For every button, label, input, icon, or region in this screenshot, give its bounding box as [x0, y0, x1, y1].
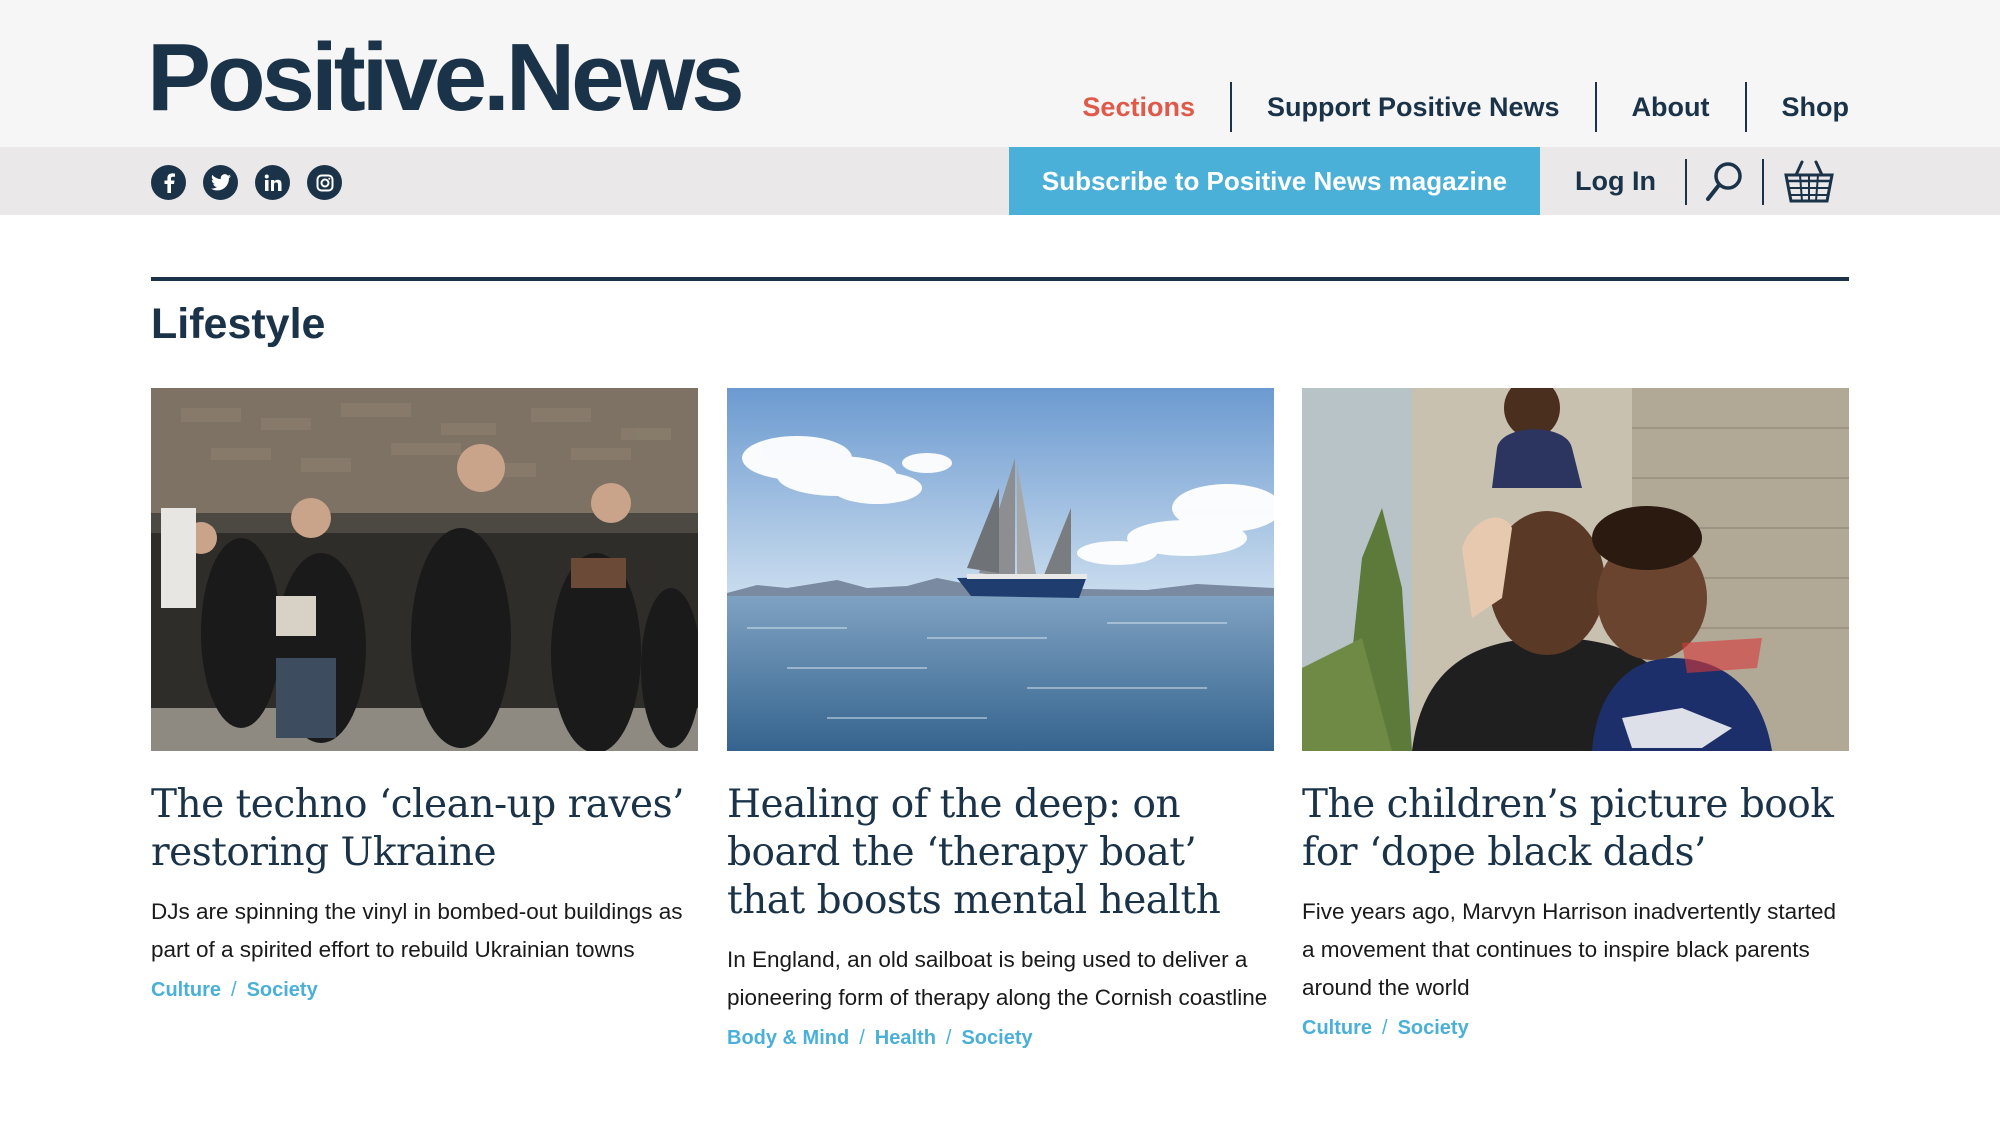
tag-link[interactable]: Society [1398, 1017, 1469, 1040]
subscribe-button[interactable]: Subscribe to Positive News magazine [1009, 147, 1540, 215]
section-divider [151, 277, 1849, 281]
article-summary: Five years ago, Marvyn Harrison inadvert… [1302, 899, 1836, 1000]
search-icon[interactable] [1700, 159, 1750, 205]
utility-divider [1762, 159, 1764, 205]
social-links [151, 165, 342, 200]
article-card: The techno ‘clean-up raves’ restoring Uk… [151, 388, 698, 1002]
article-title[interactable]: Healing of the deep: on board the ‘thera… [727, 781, 1274, 925]
article-image-family[interactable] [1302, 388, 1849, 751]
instagram-icon[interactable] [307, 165, 342, 200]
article-card: Healing of the deep: on board the ‘thera… [727, 388, 1274, 1050]
article-tags: Culture / Society [151, 979, 698, 1002]
nav-sections[interactable]: Sections [1047, 82, 1230, 132]
tag-link[interactable]: Body & Mind [727, 1027, 849, 1050]
tag-separator: / [859, 1027, 865, 1049]
article-card: The children’s picture book for ‘dope bl… [1302, 388, 1849, 1040]
facebook-icon[interactable] [151, 165, 186, 200]
nav-support[interactable]: Support Positive News [1232, 82, 1595, 132]
twitter-icon[interactable] [203, 165, 238, 200]
login-link[interactable]: Log In [1575, 147, 1656, 215]
tag-link[interactable]: Society [961, 1027, 1032, 1050]
basket-icon[interactable] [1782, 159, 1834, 205]
tag-link[interactable]: Culture [151, 979, 221, 1002]
article-summary: In England, an old sailboat is being use… [727, 947, 1268, 1010]
utility-bar: Subscribe to Positive News magazine Log … [0, 147, 2000, 215]
site-logo[interactable]: Positive.News [147, 30, 745, 126]
article-title[interactable]: The children’s picture book for ‘dope bl… [1302, 781, 1849, 877]
nav-about[interactable]: About [1597, 82, 1745, 132]
site-header: Positive.News Sections Support Positive … [0, 0, 2000, 147]
nav-shop[interactable]: Shop [1747, 82, 1850, 132]
article-summary: DJs are spinning the vinyl in bombed-out… [151, 899, 683, 962]
article-title[interactable]: The techno ‘clean-up raves’ restoring Uk… [151, 781, 698, 877]
tag-link[interactable]: Health [875, 1027, 936, 1050]
section-title: Lifestyle [151, 300, 326, 348]
tag-separator: / [231, 979, 237, 1001]
linkedin-icon[interactable] [255, 165, 290, 200]
article-tags: Body & Mind / Health / Society [727, 1027, 1274, 1050]
article-image-sailboat[interactable] [727, 388, 1274, 751]
article-tags: Culture / Society [1302, 1017, 1849, 1040]
utility-divider [1685, 159, 1687, 205]
tag-link[interactable]: Society [247, 979, 318, 1002]
tag-separator: / [1382, 1017, 1388, 1039]
tag-link[interactable]: Culture [1302, 1017, 1372, 1040]
article-image-ravers[interactable] [151, 388, 698, 751]
tag-separator: / [945, 1027, 952, 1049]
main-nav: Sections Support Positive News About Sho… [1047, 82, 1849, 132]
